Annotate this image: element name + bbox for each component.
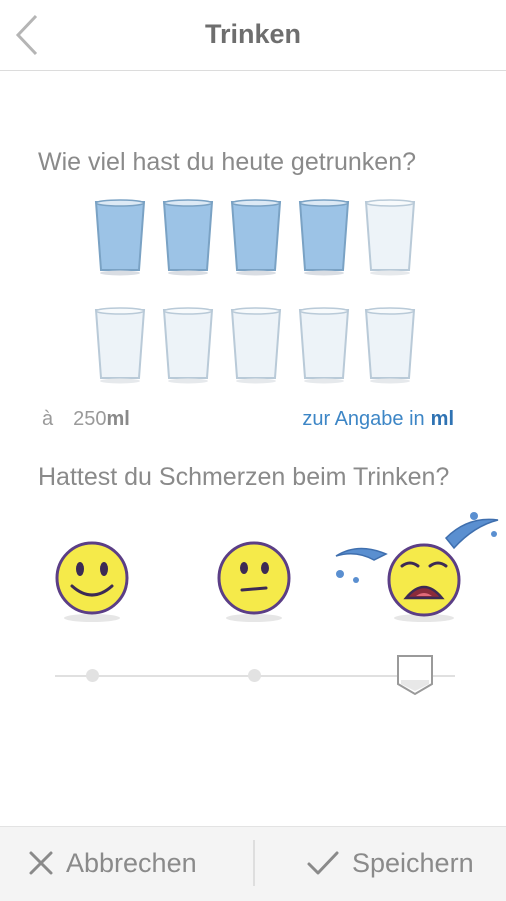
slider-stop[interactable] <box>248 669 261 682</box>
slider-stop[interactable] <box>86 669 99 682</box>
unit-link-text: zur Angabe in <box>302 408 425 430</box>
save-label: Speichern <box>352 847 474 878</box>
glass-icon-empty[interactable] <box>228 306 284 384</box>
glass-icon-empty[interactable] <box>92 306 148 384</box>
save-button[interactable]: Speichern <box>306 826 474 900</box>
slider-thumb[interactable] <box>396 654 434 696</box>
happy-face-icon[interactable] <box>52 538 132 624</box>
question-pain: Hattest du Schmerzen beim Trinken? <box>38 463 450 491</box>
glass-icon-filled[interactable] <box>160 198 216 276</box>
unit-amount: 250 <box>73 408 107 430</box>
question-drink-amount: Wie viel hast du heute getrunken? <box>38 148 417 176</box>
glass-icon-filled[interactable] <box>228 198 284 276</box>
glass-icon-empty[interactable] <box>362 306 418 384</box>
unit-prefix: à <box>42 408 54 430</box>
glass-icon-filled[interactable] <box>296 198 352 276</box>
page-title: Trinken <box>204 19 302 49</box>
glass-icon-empty[interactable] <box>362 198 418 276</box>
glass-icon-filled[interactable] <box>92 198 148 276</box>
checkmark-icon <box>307 851 339 875</box>
close-icon <box>29 851 53 875</box>
cancel-button[interactable]: Abbrechen <box>28 826 197 900</box>
cancel-label: Abbrechen <box>66 847 197 878</box>
action-divider <box>253 840 255 886</box>
unit-link-unit: ml <box>430 408 454 430</box>
glass-icon-empty[interactable] <box>296 306 352 384</box>
unit-toggle-link[interactable]: zur Angabe in ml <box>302 408 454 431</box>
glass-icon-empty[interactable] <box>160 306 216 384</box>
glass-unit-label: à 250ml <box>42 408 130 431</box>
crying-face-icon[interactable] <box>328 508 504 624</box>
app-header: Trinken <box>0 0 506 71</box>
unit-suffix: ml <box>106 408 130 430</box>
neutral-face-icon[interactable] <box>214 538 294 624</box>
